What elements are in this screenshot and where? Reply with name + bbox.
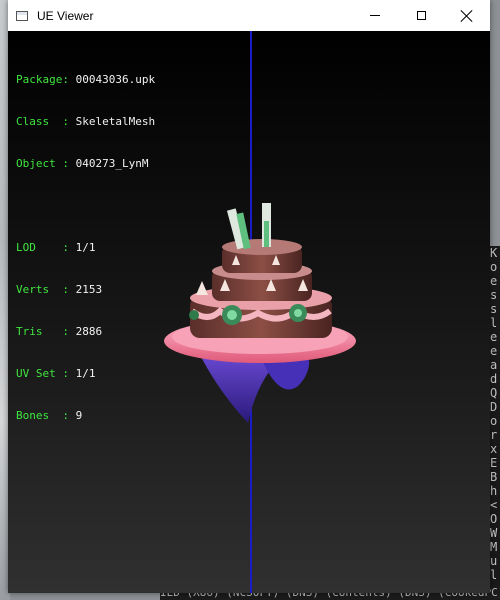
class-value: SkeletalMesh [75,115,156,128]
object-value: 040273_LynM [75,157,149,170]
3d-viewport[interactable]: Package: 00043036.upk Class : SkeletalMe… [8,31,490,593]
info-package-row: Package: 00043036.upk [16,73,155,87]
close-button[interactable] [444,0,490,31]
maximize-button[interactable] [398,0,444,31]
bones-value: 9 [75,409,83,422]
info-label: Package: [16,73,69,86]
minimize-button[interactable] [352,0,398,31]
window-title: UE Viewer [37,8,94,23]
info-object-row: Object : 040273_LynM [16,157,155,171]
tris-value: 2886 [75,325,103,338]
ue-viewer-window: UE Viewer Package: 00043036.upk Class : … [8,0,490,593]
info-bones-row: Bones : 9 [16,409,155,423]
info-label: Class : [16,115,69,128]
info-label: Verts : [16,283,69,296]
info-label: UV Set : [16,367,69,380]
lod-value: 1/1 [75,241,96,254]
maximize-icon [416,11,426,20]
minimize-icon [370,15,380,16]
info-label: Bones : [16,409,69,422]
package-value: 00043036.upk [75,73,156,86]
mesh-info-overlay: Package: 00043036.upk Class : SkeletalMe… [16,45,155,451]
info-tris-row: Tris : 2886 [16,325,155,339]
info-class-row: Class : SkeletalMesh [16,115,155,129]
uvset-value: 1/1 [75,367,96,380]
title-bar[interactable]: UE Viewer [8,0,490,31]
verts-value: 2153 [75,283,103,296]
cake-hat-mesh [164,203,356,423]
close-icon [461,10,473,22]
info-label: Tris : [16,325,69,338]
info-label: LOD : [16,241,69,254]
info-uvset-row: UV Set : 1/1 [16,367,155,381]
info-lod-row: LOD : 1/1 [16,241,155,255]
info-verts-row: Verts : 2153 [16,283,155,297]
info-label: Object : [16,157,69,170]
app-window-icon [16,10,28,21]
